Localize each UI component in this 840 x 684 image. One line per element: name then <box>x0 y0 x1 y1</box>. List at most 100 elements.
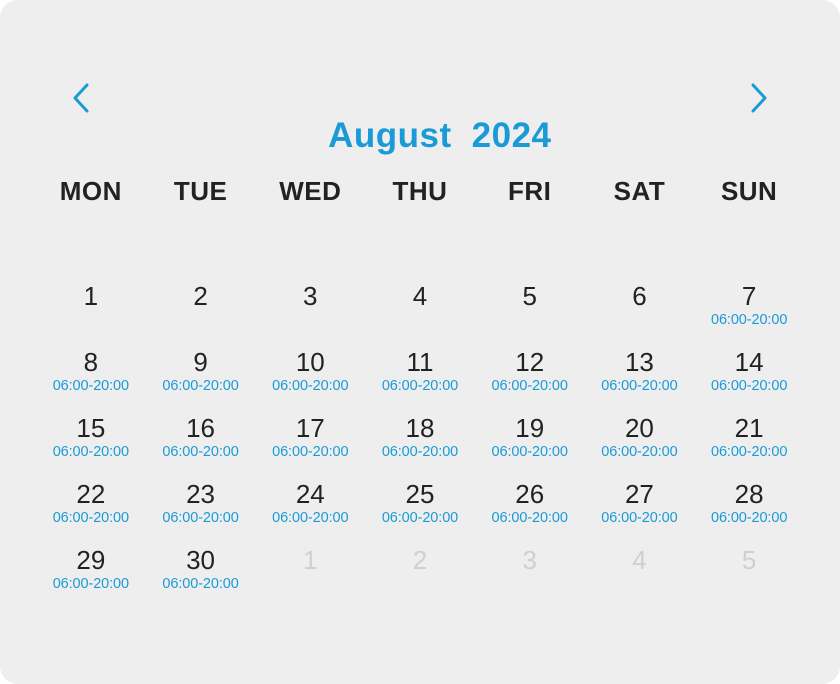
day-cell-8[interactable]: 8 06:00-20:00 <box>36 346 146 412</box>
opening-hours: 06:00-20:00 <box>162 444 239 460</box>
opening-hours: 06:00-20:00 <box>272 510 349 526</box>
weekday-tue: TUE <box>173 176 228 206</box>
next-month-day-cell-3: 3 <box>475 544 585 610</box>
opening-hours: 06:00-20:00 <box>601 378 678 394</box>
day-number: 20 <box>624 413 654 443</box>
opening-hours: 06:00-20:00 <box>162 510 239 526</box>
day-cell-16[interactable]: 16 06:00-20:00 <box>146 412 256 478</box>
day-number: 13 <box>624 347 654 377</box>
opening-hours: 06:00-20:00 <box>491 378 568 394</box>
day-number: 16 <box>186 413 216 443</box>
day-number: 15 <box>76 413 106 443</box>
opening-hours: 06:00-20:00 <box>491 444 568 460</box>
day-cell-3[interactable]: 3 <box>255 280 365 346</box>
day-number: 1 <box>83 281 99 311</box>
day-cell-10[interactable]: 10 06:00-20:00 <box>255 346 365 412</box>
day-number: 12 <box>515 347 545 377</box>
day-number: 23 <box>186 479 216 509</box>
calendar-card: August 2024 MON TUE WED THU FRI SAT SUN 1234567… <box>0 0 840 684</box>
opening-hours: 06:00-20:00 <box>491 510 568 526</box>
day-number: 11 <box>406 347 434 377</box>
day-cell-15[interactable]: 15 06:00-20:00 <box>36 412 146 478</box>
day-cell-18[interactable]: 18 06:00-20:00 <box>365 412 475 478</box>
day-number: 27 <box>624 479 654 509</box>
day-number: 25 <box>405 479 435 509</box>
weekday-mon: MON <box>59 176 122 206</box>
day-number: 18 <box>405 413 435 443</box>
day-number: 24 <box>295 479 325 509</box>
weekday-header: MON TUE WED THU FRI SAT SUN <box>36 176 804 207</box>
day-grid: 1 2 3 4 5 6 7 06:00-20:00 8 06:00-20:00 9 06:00-20:… <box>36 280 804 610</box>
day-cell-28[interactable]: 28 06:00-20:00 <box>694 478 804 544</box>
day-cell-22[interactable]: 22 06:00-20:00 <box>36 478 146 544</box>
day-cell-1[interactable]: 1 <box>36 280 146 346</box>
day-cell-23[interactable]: 23 06:00-20:00 <box>146 478 256 544</box>
day-cell-17[interactable]: 17 06:00-20:00 <box>255 412 365 478</box>
opening-hours: 06:00-20:00 <box>601 510 678 526</box>
next-month-day-cell-5: 5 <box>694 544 804 610</box>
opening-hours: 06:00-20:00 <box>52 576 129 592</box>
day-cell-9[interactable]: 9 06:00-20:00 <box>146 346 256 412</box>
day-cell-19[interactable]: 19 06:00-20:00 <box>475 412 585 478</box>
day-number: 5 <box>522 281 537 311</box>
day-cell-2[interactable]: 2 <box>146 280 256 346</box>
day-number: 2 <box>412 545 428 575</box>
chevron-right-icon <box>751 83 767 113</box>
opening-hours: 06:00-20:00 <box>52 378 129 394</box>
day-cell-26[interactable]: 26 06:00-20:00 <box>475 478 585 544</box>
day-number: 3 <box>522 545 537 575</box>
opening-hours: 06:00-20:00 <box>381 510 459 526</box>
opening-hours: 06:00-20:00 <box>381 378 459 394</box>
opening-hours: 06:00-20:00 <box>272 378 349 394</box>
day-number: 30 <box>186 545 216 575</box>
day-number: 17 <box>295 413 325 443</box>
day-number: 1 <box>303 545 318 575</box>
day-number: 29 <box>76 545 106 575</box>
day-cell-24[interactable]: 24 06:00-20:00 <box>255 478 365 544</box>
day-number: 26 <box>515 479 545 509</box>
day-number: 4 <box>412 281 428 311</box>
day-number: 19 <box>515 413 545 443</box>
opening-hours: 06:00-20:00 <box>601 444 678 460</box>
month-label: August <box>328 116 452 155</box>
weekday-fri: FRI <box>508 176 552 206</box>
opening-hours: 06:00-20:00 <box>710 378 788 394</box>
day-number: 21 <box>734 413 764 443</box>
day-number: 14 <box>734 347 764 377</box>
year-label: 2024 <box>471 116 552 155</box>
day-cell-30[interactable]: 30 06:00-20:00 <box>146 544 256 610</box>
opening-hours: 06:00-20:00 <box>381 444 459 460</box>
opening-hours: 06:00-20:00 <box>52 510 129 526</box>
day-cell-27[interactable]: 27 06:00-20:00 <box>585 478 695 544</box>
day-cell-11[interactable]: 11 06:00-20:00 <box>365 346 475 412</box>
day-cell-6[interactable]: 6 <box>585 280 695 346</box>
day-cell-25[interactable]: 25 06:00-20:00 <box>365 478 475 544</box>
day-cell-20[interactable]: 20 06:00-20:00 <box>585 412 695 478</box>
opening-hours: 06:00-20:00 <box>162 378 239 394</box>
weekday-sun: SUN <box>720 176 778 206</box>
next-month-day-cell-2: 2 <box>365 544 475 610</box>
day-cell-7[interactable]: 7 06:00-20:00 <box>694 280 804 346</box>
opening-hours: 06:00-20:00 <box>710 312 788 328</box>
day-cell-13[interactable]: 13 06:00-20:00 <box>585 346 695 412</box>
day-cell-14[interactable]: 14 06:00-20:00 <box>694 346 804 412</box>
day-cell-29[interactable]: 29 06:00-20:00 <box>36 544 146 610</box>
day-number: 2 <box>193 281 208 311</box>
day-cell-4[interactable]: 4 <box>365 280 475 346</box>
weekday-sat: SAT <box>613 176 666 206</box>
day-number: 7 <box>741 281 757 311</box>
next-month-day-cell-1: 1 <box>255 544 365 610</box>
next-month-button[interactable] <box>738 78 778 118</box>
opening-hours: 06:00-20:00 <box>52 444 129 460</box>
opening-hours: 06:00-20:00 <box>272 444 349 460</box>
day-cell-5[interactable]: 5 <box>475 280 585 346</box>
day-number: 28 <box>734 479 764 509</box>
opening-hours: 06:00-20:00 <box>710 444 788 460</box>
day-cell-12[interactable]: 12 06:00-20:00 <box>475 346 585 412</box>
opening-hours: 06:00-20:00 <box>162 576 239 592</box>
day-number: 5 <box>741 545 757 575</box>
weekday-thu: THU <box>392 176 448 206</box>
next-month-day-cell-4: 4 <box>585 544 695 610</box>
day-number: 9 <box>193 347 208 377</box>
day-cell-21[interactable]: 21 06:00-20:00 <box>694 412 804 478</box>
